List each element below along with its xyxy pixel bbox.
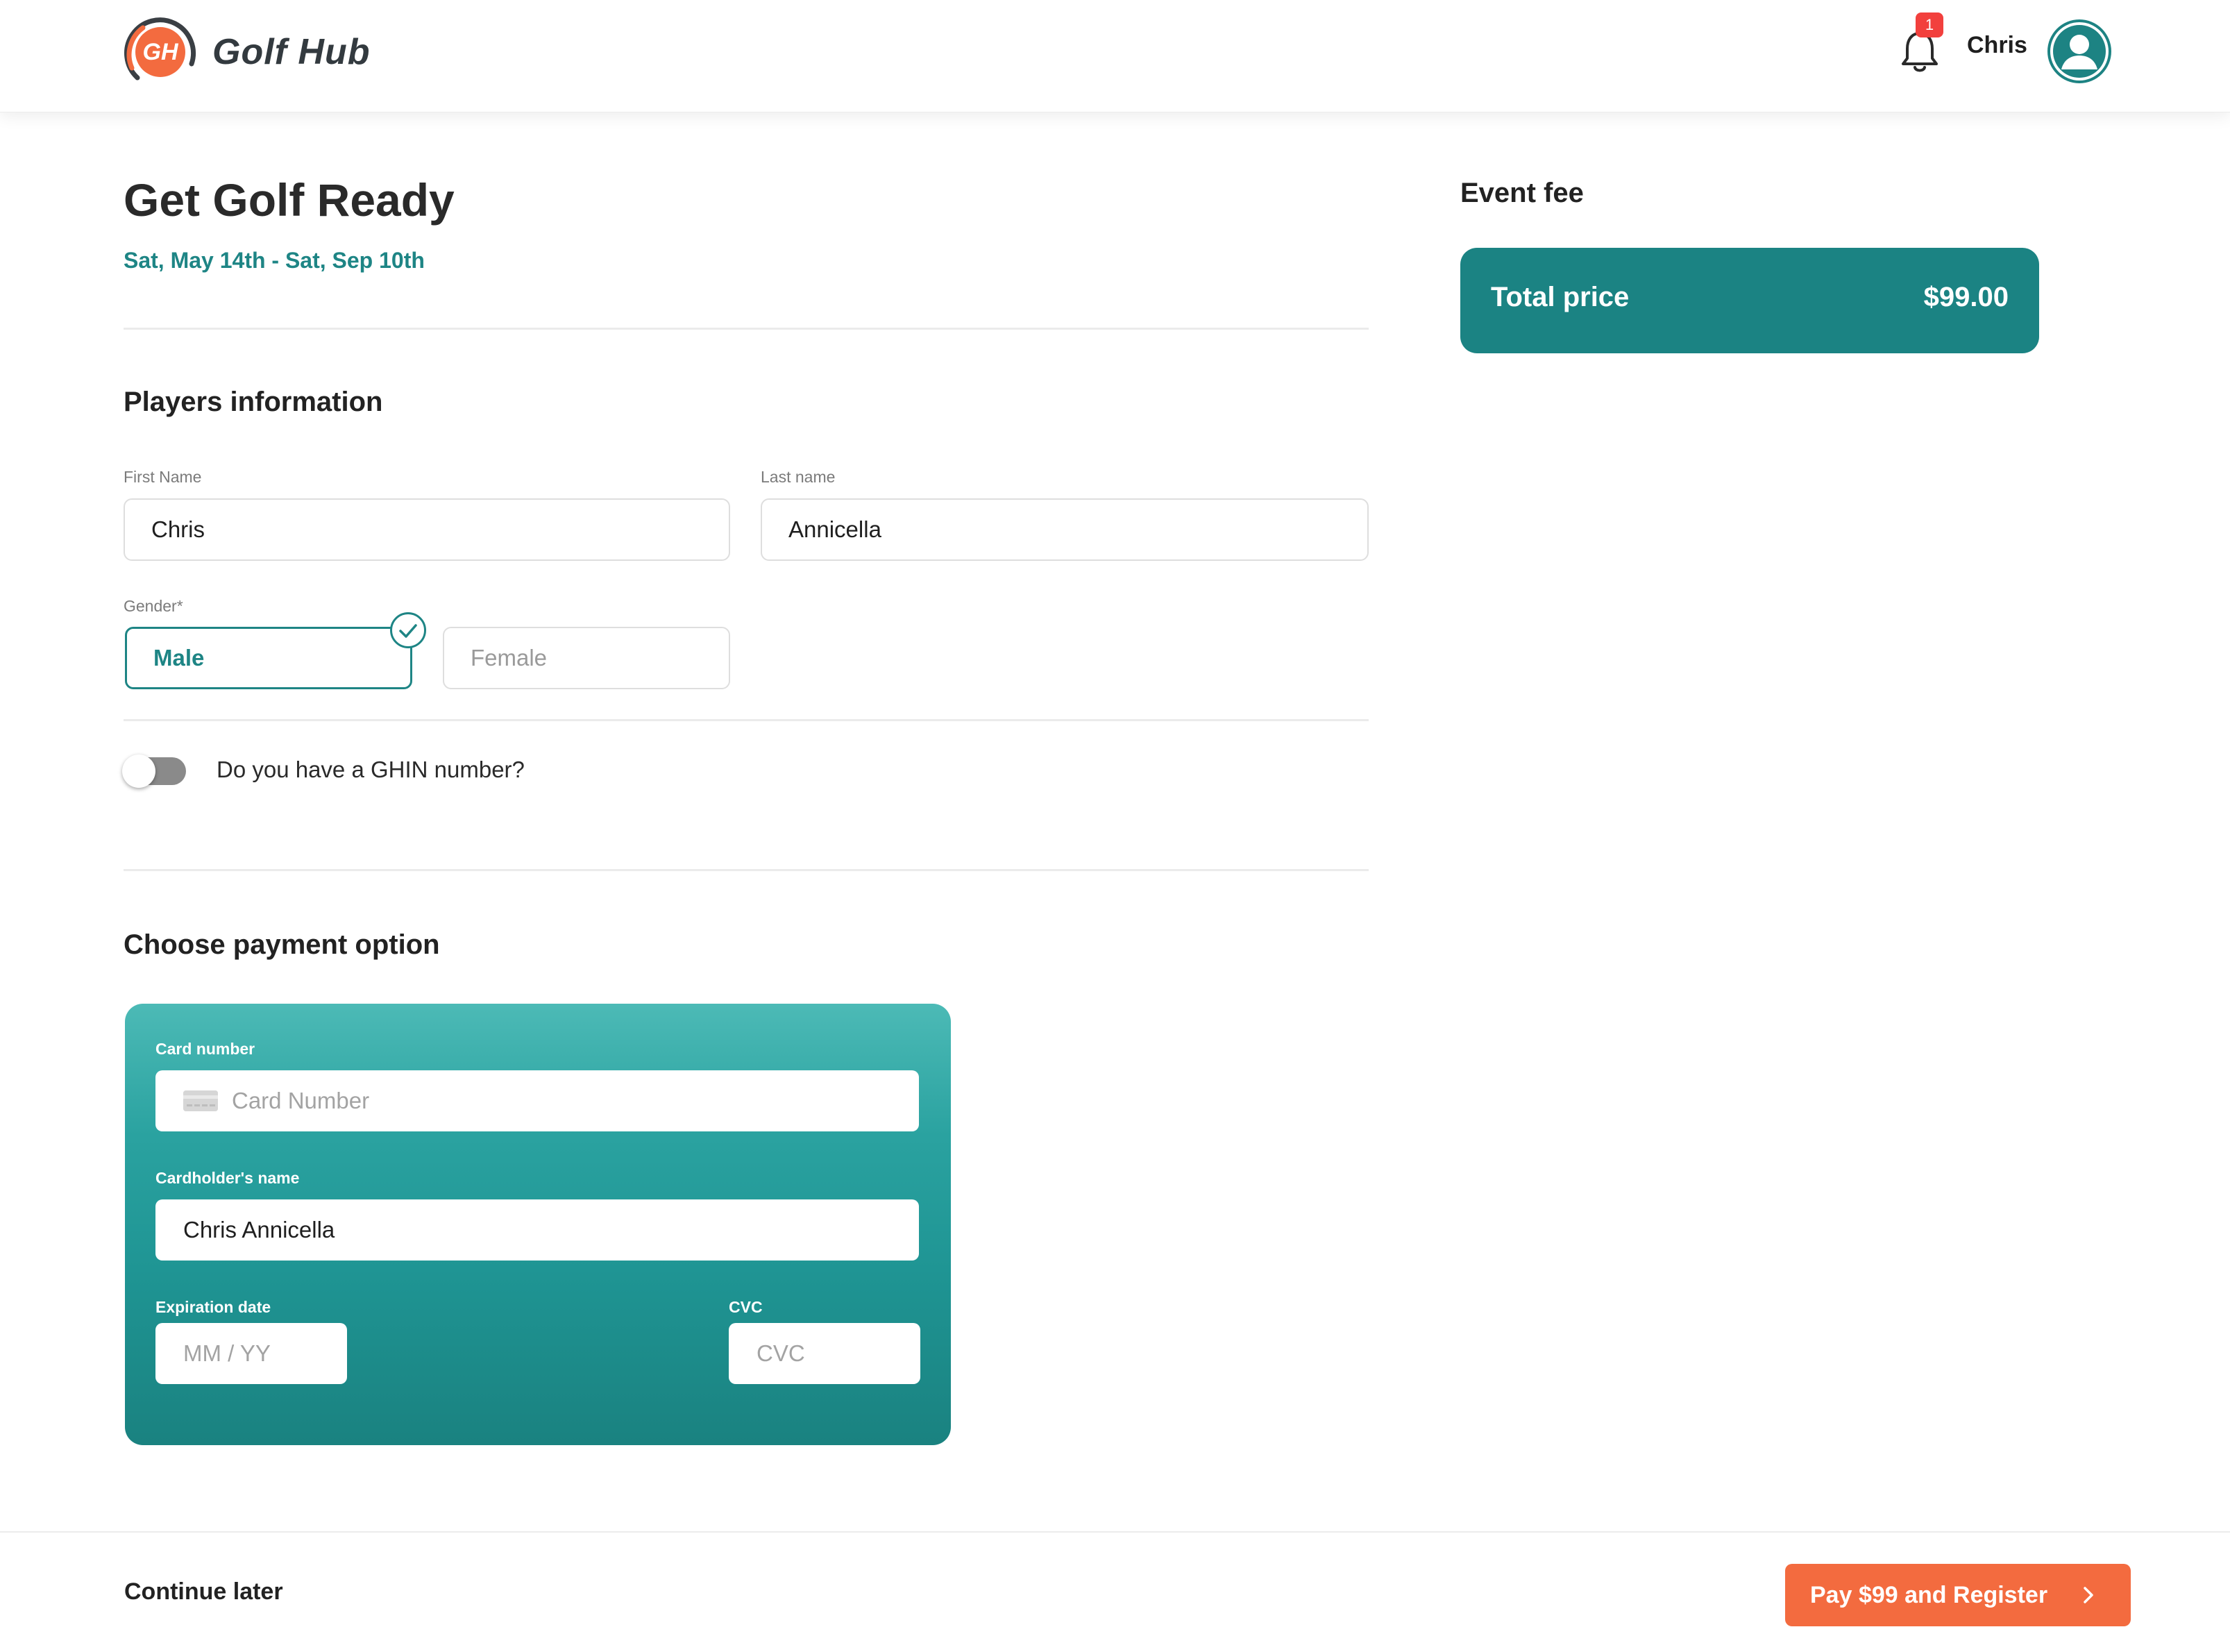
cvc-input[interactable]: CVC (729, 1323, 920, 1384)
user-name[interactable]: Chris (1967, 32, 2027, 59)
first-name-input[interactable]: Chris (124, 498, 730, 561)
gender-option-female[interactable]: Female (443, 627, 730, 689)
cardholder-label: Cardholder's name (155, 1169, 300, 1187)
total-price-label: Total price (1491, 282, 1630, 312)
expiration-placeholder: MM / YY (183, 1340, 271, 1366)
expiration-label: Expiration date (155, 1298, 271, 1316)
selected-check-icon (390, 612, 426, 648)
toggle-knob (122, 755, 155, 788)
expiration-input[interactable]: MM / YY (155, 1323, 347, 1384)
logo-initials: GH (142, 38, 178, 65)
card-number-input[interactable]: Card Number (155, 1070, 919, 1131)
players-section-title: Players information (124, 387, 383, 417)
footer-divider (0, 1531, 2230, 1533)
cardholder-value: Chris Annicella (183, 1217, 335, 1242)
logo-text: Golf Hub (212, 32, 371, 72)
logo-mark: GH (122, 14, 198, 90)
payment-section-title: Choose payment option (124, 929, 440, 960)
ghin-toggle[interactable] (122, 755, 186, 788)
total-price-value: $99.00 (1923, 282, 2009, 312)
continue-later-link[interactable]: Continue later (124, 1578, 283, 1605)
payment-card-form: Card number Card Number Cardholder's nam… (125, 1004, 951, 1445)
divider (124, 328, 1369, 330)
pay-and-register-button[interactable]: Pay $99 and Register (1785, 1564, 2131, 1626)
cvc-label: CVC (729, 1298, 763, 1316)
cardholder-input[interactable]: Chris Annicella (155, 1199, 919, 1261)
page: GH Golf Hub 1 Chris Get Golf Ready Sat, … (0, 0, 2230, 1652)
event-fee-title: Event fee (1460, 178, 1584, 208)
credit-card-icon (183, 1090, 218, 1111)
pay-button-label: Pay $99 and Register (1810, 1581, 2048, 1608)
card-number-label: Card number (155, 1040, 255, 1058)
user-icon (2050, 22, 2109, 81)
event-dates: Sat, May 14th - Sat, Sep 10th (124, 248, 425, 273)
divider (124, 869, 1369, 871)
gender-option-male[interactable]: Male (125, 627, 412, 689)
top-navbar: GH Golf Hub 1 Chris (0, 0, 2230, 112)
chevron-right-icon (2084, 1587, 2093, 1603)
total-price-box: Total price $99.00 (1460, 248, 2039, 353)
divider (124, 719, 1369, 721)
golf-hub-logo[interactable]: GH Golf Hub (122, 14, 371, 90)
gender-label: Gender* (124, 597, 183, 615)
avatar[interactable] (2047, 19, 2111, 83)
last-name-label: Last name (761, 468, 836, 486)
page-title: Get Golf Ready (124, 174, 455, 226)
card-number-placeholder: Card Number (232, 1088, 370, 1113)
first-name-label: First Name (124, 468, 202, 486)
last-name-input[interactable]: Annicella (761, 498, 1369, 561)
cvc-placeholder: CVC (757, 1340, 805, 1366)
ghin-toggle-label: Do you have a GHIN number? (217, 757, 525, 782)
notification-badge: 1 (1916, 12, 1943, 37)
